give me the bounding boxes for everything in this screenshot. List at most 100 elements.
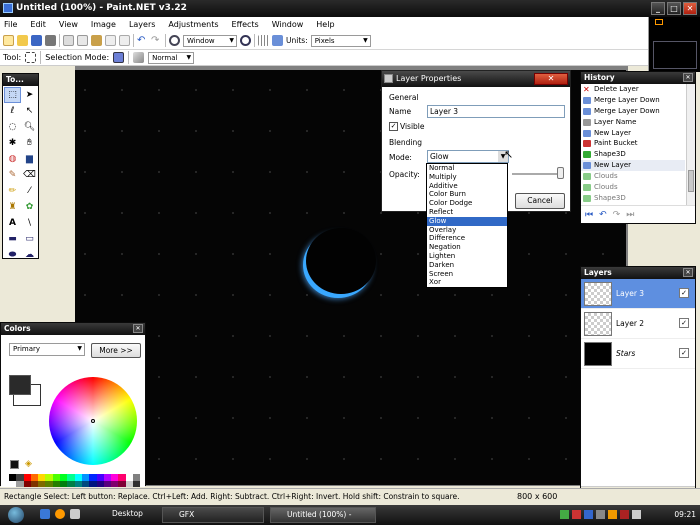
menu-image[interactable]: Image: [91, 20, 116, 29]
navigator-thumbnail[interactable]: [648, 17, 700, 72]
blend-mode-dropdown[interactable]: Normal ▼: [148, 51, 195, 64]
zoom-icon[interactable]: [169, 35, 180, 46]
primary-color-swatch[interactable]: [9, 375, 31, 395]
menu-view[interactable]: View: [59, 20, 78, 29]
thumbnail-viewport[interactable]: [655, 19, 663, 25]
history-item[interactable]: Clouds: [581, 171, 685, 182]
recolor-icon[interactable]: ✿: [21, 199, 38, 215]
history-item[interactable]: ✕ Delete Layer: [581, 84, 685, 95]
rectangle-icon[interactable]: ▬: [4, 231, 21, 247]
ellipse-select-icon[interactable]: ◌: [4, 119, 21, 135]
option-color-dodge[interactable]: Color Dodge: [427, 199, 507, 208]
option-screen[interactable]: Screen: [427, 270, 507, 279]
rulers-icon[interactable]: [272, 35, 283, 46]
units-dropdown[interactable]: Pixels ▼: [310, 34, 371, 47]
maximize-button[interactable]: □: [667, 2, 681, 15]
move-selection-icon[interactable]: ➤: [21, 87, 38, 103]
zoom-dropdown[interactable]: Window ▼: [183, 34, 237, 47]
close-icon[interactable]: ✕: [133, 324, 143, 333]
taskbar-desktop[interactable]: Desktop: [96, 507, 152, 523]
menu-layers[interactable]: Layers: [129, 20, 155, 29]
fast-forward-icon[interactable]: ⏭: [626, 210, 634, 220]
cut-icon[interactable]: [63, 35, 74, 46]
tray-icon[interactable]: [608, 510, 617, 519]
layer-row[interactable]: Stars ✓: [581, 339, 695, 369]
deselect-icon[interactable]: [119, 35, 130, 46]
history-item[interactable]: New Layer: [581, 160, 685, 172]
menu-edit[interactable]: Edit: [30, 20, 46, 29]
tray-icon[interactable]: [596, 510, 605, 519]
menu-window[interactable]: Window: [272, 20, 304, 29]
close-button[interactable]: ✕: [683, 2, 697, 15]
undo-icon[interactable]: ↶: [599, 210, 607, 220]
dialog-close-button[interactable]: ✕: [534, 73, 568, 85]
rectangle-select-icon[interactable]: ⬚: [4, 87, 21, 103]
history-item[interactable]: Paint Bucket: [581, 138, 685, 149]
color-mode-dropdown[interactable]: Primary ▼: [9, 343, 85, 356]
minimize-button[interactable]: _: [651, 2, 665, 15]
paintbrush-icon[interactable]: ✎: [4, 167, 21, 183]
grid-icon[interactable]: [258, 35, 269, 46]
print-icon[interactable]: [45, 35, 56, 46]
zoom-in-icon[interactable]: [240, 35, 251, 46]
eraser-icon[interactable]: ⌫: [21, 167, 38, 183]
option-multiply[interactable]: Multiply: [427, 173, 507, 182]
ellipse-icon[interactable]: ⬬: [4, 247, 21, 263]
tray-icon[interactable]: [560, 510, 569, 519]
layer-visible-checkbox[interactable]: ✓: [679, 288, 689, 298]
option-lighten[interactable]: Lighten: [427, 252, 507, 261]
color-palette-menu-icon[interactable]: ◈: [25, 459, 35, 469]
new-file-icon[interactable]: [3, 35, 14, 46]
menu-effects[interactable]: Effects: [232, 20, 259, 29]
gradient-icon[interactable]: ▆: [21, 151, 38, 167]
taskbar-gfx[interactable]: GFX: [162, 507, 264, 523]
rectangle-select-icon[interactable]: [25, 52, 37, 63]
pan-icon[interactable]: ✋︎: [21, 135, 38, 151]
option-xor[interactable]: Xor: [427, 278, 507, 287]
color-picker-icon[interactable]: ⁄: [21, 183, 38, 199]
cancel-button[interactable]: Cancel: [515, 193, 565, 209]
magic-wand-icon[interactable]: ✱: [4, 135, 21, 151]
tray-icon[interactable]: [584, 510, 593, 519]
option-overlay[interactable]: Overlay: [427, 226, 507, 235]
move-icon[interactable]: ↖: [21, 103, 38, 119]
option-negation[interactable]: Negation: [427, 243, 507, 252]
volume-icon[interactable]: [632, 510, 641, 519]
undo-icon[interactable]: ↶: [137, 35, 148, 46]
option-darken[interactable]: Darken: [427, 261, 507, 270]
clone-stamp-icon[interactable]: ♜: [4, 199, 21, 215]
option-glow[interactable]: Glow: [427, 216, 507, 226]
selection-mode-icon[interactable]: [113, 52, 125, 63]
history-item[interactable]: Shape3D: [581, 193, 685, 204]
color-palette[interactable]: [9, 474, 141, 487]
quicklaunch-icon[interactable]: [55, 509, 65, 519]
more-colors-button[interactable]: More >>: [91, 343, 141, 358]
lasso-icon[interactable]: ℓ: [4, 103, 21, 119]
open-icon[interactable]: [17, 35, 28, 46]
history-item[interactable]: Clouds: [581, 182, 685, 193]
pencil-icon[interactable]: ✏︎: [4, 183, 21, 199]
antialias-icon[interactable]: [133, 52, 145, 63]
rewind-icon[interactable]: ⏮: [585, 210, 593, 220]
layer-visible-checkbox[interactable]: ✓: [679, 318, 689, 328]
rounded-rectangle-icon[interactable]: ▭: [21, 231, 38, 247]
close-icon[interactable]: ✕: [683, 268, 693, 277]
layer-name-input[interactable]: Layer 3: [427, 105, 565, 118]
paint-bucket-icon[interactable]: ◍: [4, 151, 21, 167]
redo-icon[interactable]: ↷: [613, 210, 621, 220]
quicklaunch-icon[interactable]: [40, 509, 50, 519]
tray-icon[interactable]: [572, 510, 581, 519]
option-difference[interactable]: Difference: [427, 234, 507, 243]
save-icon[interactable]: [31, 35, 42, 46]
menu-adjustments[interactable]: Adjustments: [168, 20, 218, 29]
start-button[interactable]: [0, 505, 30, 525]
opacity-slider-thumb[interactable]: [557, 167, 564, 179]
layer-row[interactable]: Layer 3 ✓: [581, 279, 695, 309]
history-item[interactable]: New Layer: [581, 128, 685, 139]
option-additive[interactable]: Additive: [427, 182, 507, 191]
history-scrollbar[interactable]: [686, 84, 695, 205]
taskbar-paintnet[interactable]: Untitled (100%) - Paint...: [270, 507, 376, 525]
freeform-shape-icon[interactable]: ☁︎: [21, 247, 38, 263]
history-item[interactable]: Layer Name: [581, 117, 685, 128]
line-icon[interactable]: \: [21, 215, 38, 231]
